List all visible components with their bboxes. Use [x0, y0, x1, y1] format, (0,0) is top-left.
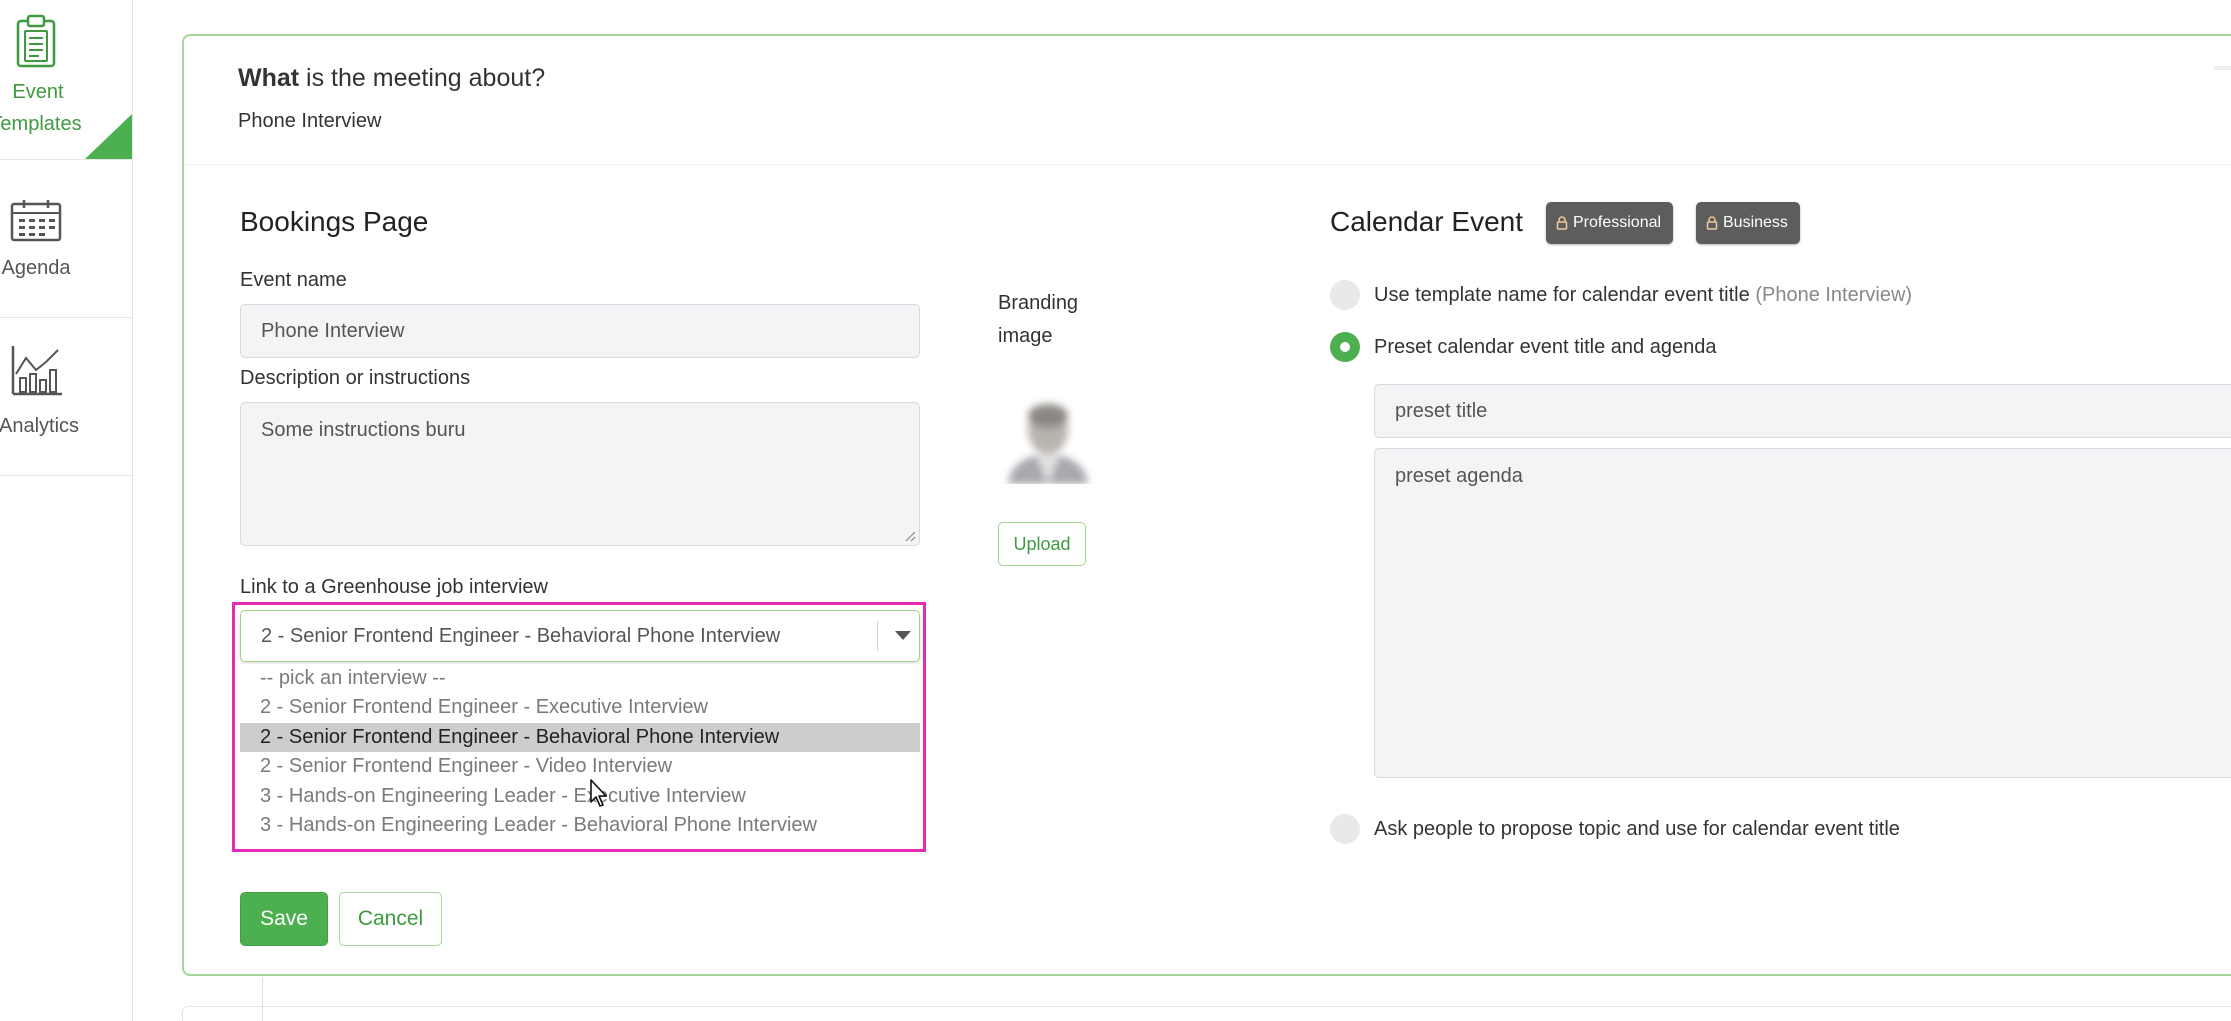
lock-icon	[1706, 216, 1718, 230]
badge-label: Business	[1723, 214, 1788, 231]
description-label: Description or instructions	[240, 367, 471, 389]
professional-badge: Professional	[1546, 202, 1674, 244]
dropdown-option-highlighted[interactable]: 2 - Senior Frontend Engineer - Behaviora…	[240, 723, 920, 752]
radio-label-ask-people-topic: Ask people to propose topic and use for …	[1374, 818, 1900, 840]
radio-preset-title[interactable]	[1330, 332, 1360, 362]
sidebar-item-event-templates[interactable]: Event Templates	[0, 0, 132, 160]
event-name-label: Event name	[240, 269, 347, 291]
preset-title-input[interactable]: preset title	[1374, 384, 2231, 438]
sidebar-item-label: Event	[12, 81, 64, 103]
lock-icon	[1556, 216, 1568, 230]
radio-label-text: Use template name for calendar event tit…	[1374, 284, 1750, 306]
sidebar-item-label: Agenda	[1, 257, 71, 279]
calendar-icon	[10, 200, 62, 242]
event-name-input[interactable]: Phone Interview	[240, 304, 920, 358]
bookings-page-title: Bookings Page	[240, 206, 429, 237]
sidebar: Event Templates Agenda Analytic	[0, 0, 133, 1021]
upload-button[interactable]: Upload	[998, 522, 1086, 566]
what-heading: What is the meeting about?	[238, 64, 545, 93]
active-indicator	[85, 113, 132, 159]
clipboard-icon	[16, 14, 56, 68]
sidebar-item-analytics[interactable]: Analytics	[0, 318, 132, 476]
dropdown-option[interactable]: 2 - Senior Frontend Engineer - Video Int…	[240, 752, 920, 781]
save-button[interactable]: Save	[240, 892, 328, 946]
radio-label-preset-title: Preset calendar event title and agenda	[1374, 336, 1717, 358]
template-name-hint: (Phone Interview)	[1755, 284, 1913, 306]
greenhouse-label: Link to a Greenhouse job interview	[240, 576, 548, 598]
branding-image	[1000, 390, 1096, 484]
sidebar-item-label: Analytics	[0, 415, 80, 437]
connector-line	[262, 978, 263, 1021]
divider	[184, 164, 2231, 165]
select-separator	[877, 621, 878, 651]
resize-grip-icon[interactable]	[904, 530, 916, 542]
description-text: Some instructions buru	[261, 419, 466, 441]
mouse-cursor-icon	[590, 779, 607, 807]
card-decoration	[2214, 66, 2231, 70]
meeting-name: Phone Interview	[238, 110, 382, 132]
dropdown-option[interactable]: 3 - Hands-on Engineering Leader - Execut…	[240, 782, 920, 811]
radio-label-use-template-name: Use template name for calendar event tit…	[1374, 284, 1912, 307]
dropdown-option[interactable]: 3 - Hands-on Engineering Leader - Behavi…	[240, 811, 920, 840]
calendar-event-title: Calendar Event	[1330, 206, 1524, 237]
badge-label: Professional	[1573, 214, 1662, 231]
radio-ask-people-topic[interactable]	[1330, 814, 1360, 844]
branding-label-line1: Branding	[998, 292, 1079, 314]
what-heading-bold: What	[238, 64, 300, 92]
next-card	[182, 1006, 2231, 1021]
radio-use-template-name[interactable]	[1330, 280, 1360, 310]
event-template-card: What is the meeting about? Phone Intervi…	[182, 34, 2231, 976]
preset-agenda-placeholder: preset agenda	[1395, 465, 1523, 487]
what-heading-rest: is the meeting about?	[299, 64, 546, 92]
business-badge: Business	[1696, 202, 1800, 244]
sidebar-item-agenda[interactable]: Agenda	[0, 160, 132, 318]
bar-chart-icon	[11, 346, 62, 396]
description-textarea[interactable]: Some instructions buru	[240, 402, 920, 546]
branding-label-line2: image	[998, 325, 1053, 347]
chevron-down-icon[interactable]	[895, 631, 911, 640]
sidebar-item-label: Templates	[0, 113, 82, 135]
cancel-button[interactable]: Cancel	[339, 892, 442, 946]
dropdown-option-placeholder[interactable]: -- pick an interview --	[240, 664, 920, 693]
dropdown-option[interactable]: 2 - Senior Frontend Engineer - Executive…	[240, 693, 920, 722]
dropdown-options: -- pick an interview -- 2 - Senior Front…	[240, 664, 920, 848]
greenhouse-interview-select[interactable]: 2 - Senior Frontend Engineer - Behaviora…	[240, 610, 920, 662]
select-value: 2 - Senior Frontend Engineer - Behaviora…	[261, 625, 781, 647]
preset-agenda-textarea[interactable]: preset agenda	[1374, 448, 2231, 778]
